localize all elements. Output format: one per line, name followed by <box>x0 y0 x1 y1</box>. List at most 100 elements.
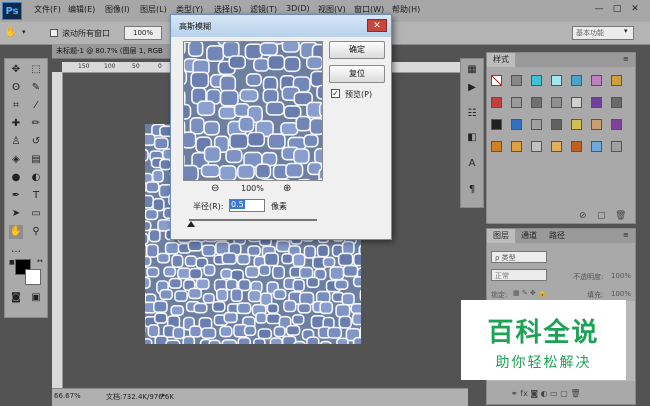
move-tool-icon[interactable]: ✥ <box>9 63 23 77</box>
style-swatch[interactable] <box>491 97 502 108</box>
actions-panel-icon[interactable]: ▶ <box>465 81 479 95</box>
eraser-tool-icon[interactable]: ◈ <box>9 153 23 167</box>
blend-mode-select[interactable]: 正常 <box>491 269 547 281</box>
scroll-all-windows-checkbox[interactable] <box>50 29 58 37</box>
close-window-button[interactable]: ✕ <box>628 3 642 15</box>
style-swatch[interactable] <box>571 97 582 108</box>
quick-select-tool-icon[interactable]: ✎ <box>29 81 43 95</box>
zoom-tool-icon[interactable]: ⚲ <box>29 225 43 239</box>
menu-help[interactable]: 帮助(H) <box>392 4 420 15</box>
radius-slider-knob[interactable] <box>187 221 195 227</box>
blur-preview[interactable] <box>183 41 323 181</box>
style-swatch[interactable] <box>511 75 522 86</box>
style-swatch[interactable] <box>591 75 602 86</box>
menu-image[interactable]: 图像(I) <box>105 4 130 15</box>
paragraph-panel-icon[interactable]: ¶ <box>465 183 479 197</box>
styles-panel-menu-icon[interactable]: ≡ <box>623 55 629 63</box>
style-swatch[interactable] <box>571 141 582 152</box>
history-brush-tool-icon[interactable]: ↺ <box>29 135 43 149</box>
opacity-value[interactable]: 100% <box>611 272 631 280</box>
crop-tool-icon[interactable]: ⌗ <box>9 99 23 113</box>
tab-styles[interactable]: 样式 <box>487 53 515 67</box>
style-swatch[interactable] <box>571 75 582 86</box>
history-panel-icon[interactable]: ▦ <box>465 63 479 77</box>
preview-checkbox[interactable]: ✓ <box>331 89 340 98</box>
menu-3d[interactable]: 3D(D) <box>286 4 310 13</box>
quick-mask-icon[interactable]: ◙ <box>9 291 23 305</box>
lasso-tool-icon[interactable]: ʘ <box>9 81 23 95</box>
shape-tool-icon[interactable]: ▭ <box>29 207 43 221</box>
zoom-out-icon[interactable]: ⊖ <box>211 183 219 194</box>
layer-kind-filter[interactable]: ρ 类型 <box>491 251 547 263</box>
default-colors-icon[interactable]: ■ <box>9 259 15 266</box>
style-swatch[interactable] <box>611 97 622 108</box>
status-menu-chevron-icon[interactable]: ▸ <box>162 391 166 399</box>
style-swatch[interactable] <box>531 75 542 86</box>
layers-panel-menu-icon[interactable]: ≡ <box>623 231 629 239</box>
style-swatch[interactable] <box>551 119 562 130</box>
more-tools-icon[interactable]: … <box>9 243 23 257</box>
style-swatch[interactable] <box>511 97 522 108</box>
dialog-close-button[interactable]: ✕ <box>367 19 387 32</box>
style-swatch[interactable] <box>531 141 542 152</box>
style-swatch[interactable] <box>611 119 622 130</box>
style-swatch[interactable] <box>531 97 542 108</box>
layer-actions-icon[interactable]: ⚭ fx ◙ ◐ ▭ ▢ 🗑 <box>511 389 581 398</box>
fill-value[interactable]: 100% <box>611 290 631 298</box>
tab-layers[interactable]: 图层 <box>487 229 515 243</box>
style-swatch[interactable] <box>611 141 622 152</box>
style-swatch[interactable] <box>551 141 562 152</box>
gradient-tool-icon[interactable]: ▤ <box>29 153 43 167</box>
style-swatch[interactable] <box>511 141 522 152</box>
radius-input[interactable]: 0.5 <box>229 199 265 212</box>
menu-edit[interactable]: 编辑(E) <box>68 4 95 15</box>
minimize-button[interactable]: — <box>592 3 606 15</box>
style-swatch[interactable] <box>531 119 542 130</box>
style-swatch[interactable] <box>491 141 502 152</box>
dodge-tool-icon[interactable]: ◐ <box>29 171 43 185</box>
tab-paths[interactable]: 路径 <box>543 229 571 243</box>
style-swatch[interactable] <box>591 97 602 108</box>
menu-layer[interactable]: 图层(L) <box>140 4 167 15</box>
hand-tool-icon[interactable]: ✋ <box>9 225 23 239</box>
path-select-tool-icon[interactable]: ➤ <box>9 207 23 221</box>
radius-slider-track[interactable] <box>189 219 317 221</box>
type-tool-icon[interactable]: T <box>29 189 43 203</box>
maximize-button[interactable]: □ <box>610 3 624 15</box>
style-swatch[interactable] <box>551 97 562 108</box>
style-swatch[interactable] <box>591 141 602 152</box>
background-color-swatch[interactable] <box>25 269 41 285</box>
lock-pixels-icon[interactable]: ▦ ✎ ✥ 🔒 <box>513 289 547 297</box>
screen-mode-icon[interactable]: ▣ <box>29 291 43 305</box>
reset-button[interactable]: 复位 <box>329 65 385 83</box>
zoom-in-icon[interactable]: ⊕ <box>283 183 291 194</box>
blur-tool-icon[interactable]: ● <box>9 171 23 185</box>
style-swatch[interactable] <box>491 119 502 130</box>
zoom-100-button[interactable]: 100% <box>124 26 162 40</box>
swap-colors-icon[interactable]: ↔ <box>37 257 43 265</box>
eyedropper-tool-icon[interactable]: ⁄ <box>29 99 43 113</box>
zoom-status[interactable]: 66.67% <box>54 392 81 400</box>
pen-tool-icon[interactable]: ✒ <box>9 189 23 203</box>
new-style-icon[interactable]: ▢ <box>597 211 606 221</box>
style-swatch[interactable] <box>591 119 602 130</box>
tab-channels[interactable]: 通道 <box>515 229 543 243</box>
properties-panel-icon[interactable]: ☷ <box>465 107 479 121</box>
style-swatch[interactable] <box>511 119 522 130</box>
hand-tool-preset-icon[interactable]: ✋ <box>4 26 18 40</box>
character-panel-icon[interactable]: A <box>465 157 479 171</box>
ok-button[interactable]: 确定 <box>329 41 385 59</box>
marquee-tool-icon[interactable]: ⬚ <box>29 63 43 77</box>
tool-preset-chevron-icon[interactable]: ▾ <box>22 28 26 36</box>
brush-tool-icon[interactable]: ✏ <box>29 117 43 131</box>
clone-stamp-tool-icon[interactable]: ♙ <box>9 135 23 149</box>
style-swatch[interactable] <box>551 75 562 86</box>
clear-style-icon[interactable]: ⊘ <box>579 211 587 221</box>
style-swatch[interactable] <box>491 75 502 86</box>
adjustments-panel-icon[interactable]: ◧ <box>465 131 479 145</box>
dialog-titlebar[interactable]: 高斯模糊 <box>171 15 391 37</box>
menu-file[interactable]: 文件(F) <box>34 4 61 15</box>
style-swatch[interactable] <box>571 119 582 130</box>
delete-style-icon[interactable]: 🗑 <box>615 211 626 221</box>
healing-brush-tool-icon[interactable]: ✚ <box>9 117 23 131</box>
